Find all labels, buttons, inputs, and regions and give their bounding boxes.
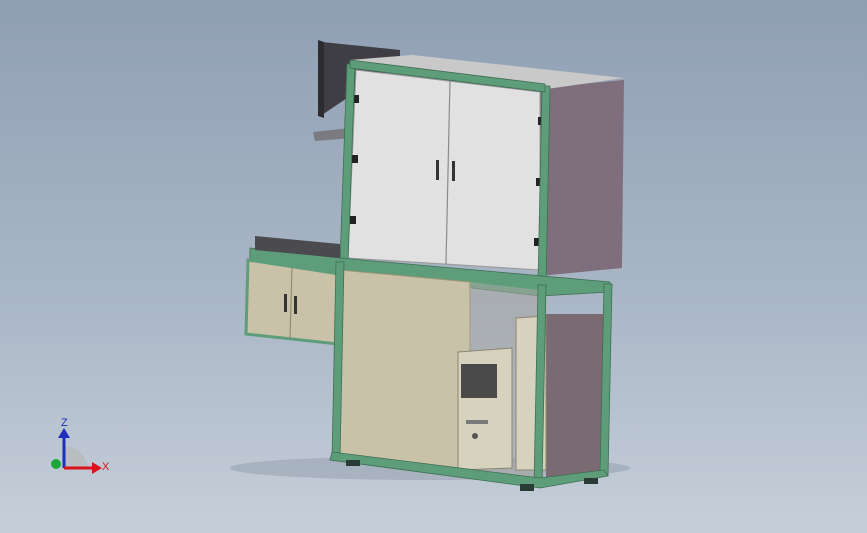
x-axis-label: X xyxy=(102,461,110,473)
tower-slot xyxy=(466,420,488,424)
foot xyxy=(346,460,360,466)
upper-cabinet[interactable] xyxy=(347,55,624,276)
lower-panel xyxy=(335,269,471,471)
upper-cabinet-side xyxy=(540,80,624,276)
foot xyxy=(520,484,534,491)
power-button[interactable] xyxy=(472,433,478,439)
upper-door-handle-right[interactable] xyxy=(452,161,455,181)
hinge xyxy=(352,155,358,163)
foot xyxy=(584,478,598,484)
monitor-bezel xyxy=(318,40,324,118)
tower-drive-bay xyxy=(461,364,497,398)
left-cabinet[interactable] xyxy=(244,258,342,346)
hinge xyxy=(350,216,356,224)
left-cabinet-front xyxy=(244,258,342,346)
y-axis-icon xyxy=(51,459,61,469)
upper-door-handle-left[interactable] xyxy=(436,160,439,180)
lower-side-panel xyxy=(546,314,606,480)
coordinate-triad: Z X xyxy=(51,417,110,474)
upper-cabinet-front xyxy=(347,69,541,271)
lower-frame[interactable] xyxy=(329,261,613,491)
frame-post xyxy=(599,283,613,477)
right-door-handle[interactable] xyxy=(294,296,297,314)
z-arrow-icon xyxy=(58,428,70,438)
triad-quadrant xyxy=(64,446,88,470)
left-door-handle[interactable] xyxy=(284,294,287,312)
graphics-viewport[interactable]: Z X xyxy=(0,0,867,533)
z-axis-label: Z xyxy=(61,417,68,429)
x-arrow-icon xyxy=(92,462,102,474)
machine-model[interactable]: Z X xyxy=(0,0,867,533)
